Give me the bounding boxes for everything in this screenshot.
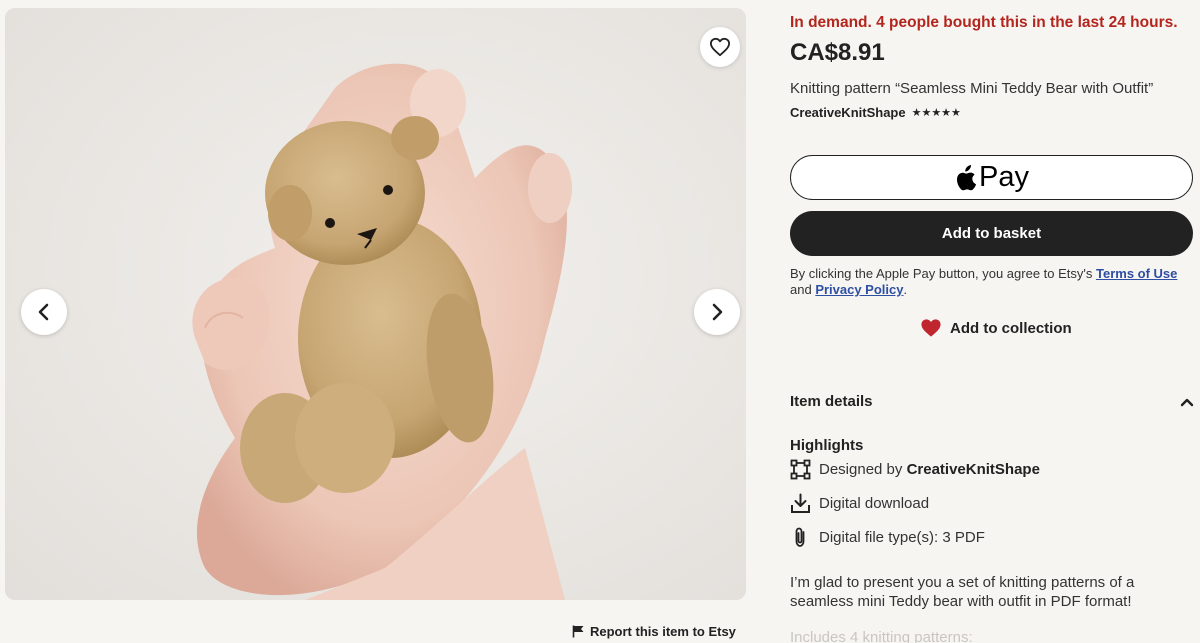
next-image-button[interactable]	[694, 289, 740, 335]
designed-by-prefix: Designed by	[819, 461, 907, 478]
listing-title: Knitting pattern “Seamless Mini Teddy Be…	[790, 80, 1154, 97]
highlights-heading: Highlights	[790, 437, 864, 454]
paperclip-icon	[795, 527, 805, 547]
listing-price: CA$8.91	[790, 39, 885, 66]
chevron-up-icon	[1180, 398, 1194, 406]
file-types-text: Digital file type(s): 3 PDF	[819, 529, 985, 546]
heart-outline-icon	[710, 37, 730, 57]
demand-notice: In demand. 4 people bought this in the l…	[790, 14, 1178, 31]
item-description-more: Includes 4 knitting patterns:	[790, 629, 973, 643]
designer-icon	[790, 459, 811, 480]
chevron-right-icon	[712, 303, 723, 321]
legal-and: and	[790, 282, 816, 297]
designer-name: CreativeKnitShape	[906, 461, 1040, 478]
legal-suffix: .	[903, 282, 908, 297]
apple-pay-button[interactable]: Pay	[790, 155, 1193, 200]
legal-prefix: By clicking the Apple Pay button, you ag…	[790, 266, 1096, 281]
shop-rating-stars: ★★★★★	[911, 107, 961, 119]
shop-row: CreativeKnitShape ★★★★★	[790, 105, 961, 120]
terms-of-use-link[interactable]: Terms of Use	[1096, 266, 1177, 281]
highlight-designed-by: Designed by CreativeKnitShape	[790, 459, 1040, 480]
favorite-button[interactable]	[700, 27, 740, 67]
teddy-bear-photo	[192, 63, 572, 600]
item-description: I’m glad to present you a set of knittin…	[790, 574, 1135, 610]
privacy-policy-link[interactable]: Privacy Policy	[815, 282, 903, 297]
previous-image-button[interactable]	[21, 289, 67, 335]
designed-by-text: Designed by CreativeKnitShape	[819, 461, 1040, 478]
digital-download-text: Digital download	[819, 495, 930, 512]
add-to-collection-button[interactable]: Add to collection	[920, 318, 1072, 338]
apple-pay-legal-text: By clicking the Apple Pay button, you ag…	[790, 266, 1194, 298]
flag-icon	[572, 625, 584, 638]
shop-name-link[interactable]: CreativeKnitShape	[790, 105, 906, 120]
report-item-label: Report this item to Etsy	[590, 624, 736, 639]
item-details-heading: Item details	[790, 393, 873, 410]
chevron-left-icon	[38, 303, 49, 321]
add-to-collection-label: Add to collection	[950, 319, 1072, 337]
listing-image-gallery[interactable]	[5, 8, 746, 600]
highlight-digital-download: Digital download	[790, 493, 929, 514]
add-to-basket-button[interactable]: Add to basket	[790, 211, 1193, 256]
highlight-file-types: Digital file type(s): 3 PDF	[790, 527, 985, 548]
apple-pay-label: Pay	[979, 161, 1029, 193]
heart-filled-icon	[921, 319, 941, 337]
report-item-link[interactable]: Report this item to Etsy	[572, 624, 736, 639]
item-details-toggle[interactable]: Item details	[790, 393, 1194, 410]
apple-logo-icon	[957, 164, 976, 190]
download-icon	[791, 493, 810, 513]
